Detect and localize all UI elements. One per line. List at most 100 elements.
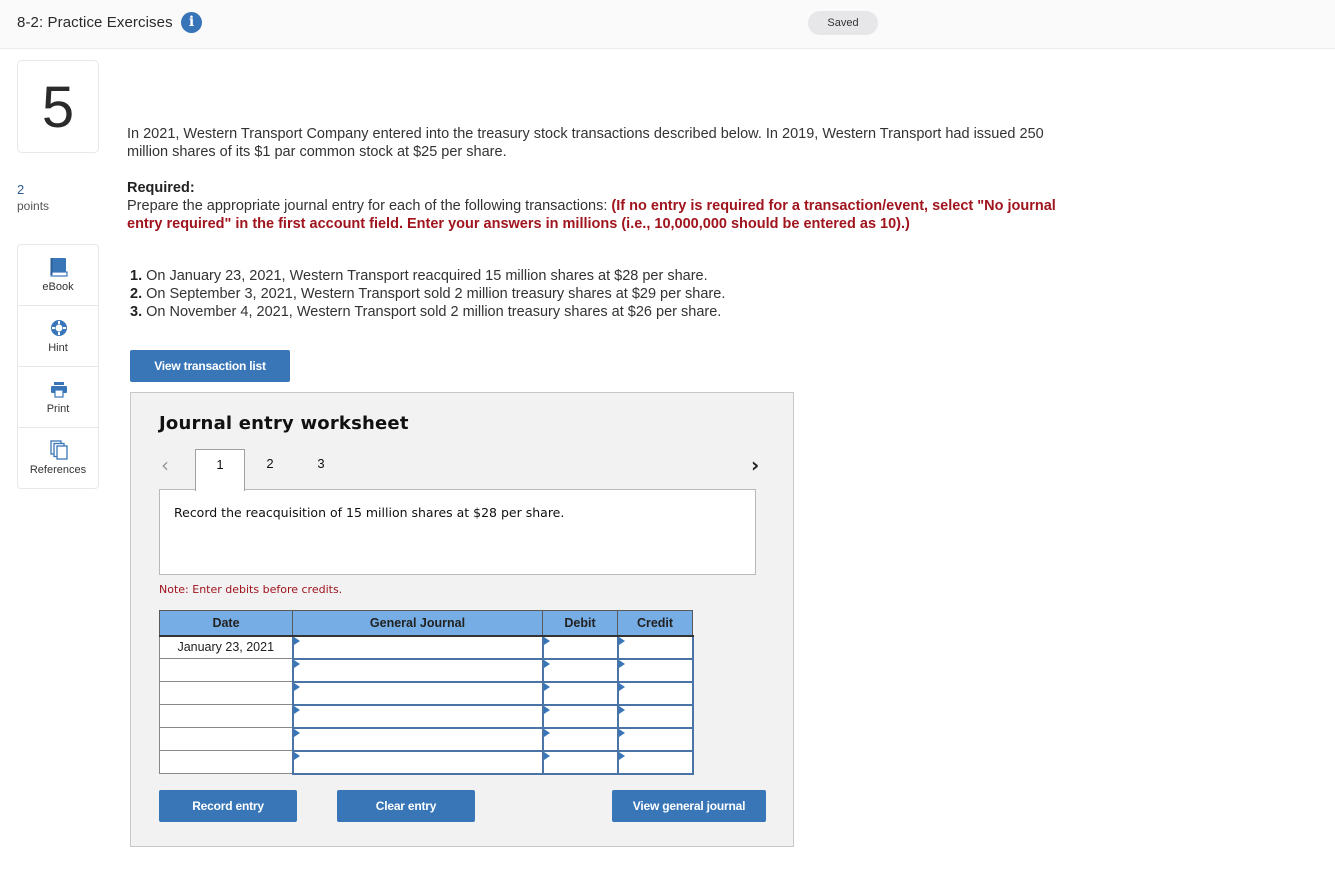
account-select[interactable] bbox=[293, 659, 542, 681]
journal-entry-table: Date General Journal Debit Credit Januar… bbox=[159, 610, 694, 775]
dropdown-marker-icon bbox=[543, 636, 550, 645]
required-heading: Required: bbox=[127, 180, 195, 196]
hint-button[interactable]: Hint bbox=[18, 306, 98, 367]
credit-input-cell bbox=[616, 657, 694, 683]
transaction-text: On January 23, 2021, Western Transport r… bbox=[146, 268, 708, 284]
references-label: References bbox=[29, 464, 87, 476]
top-bar: 8-2: Practice Exercises i Saved bbox=[0, 0, 1335, 49]
dropdown-marker-icon bbox=[293, 728, 300, 737]
table-row: January 23, 2021 bbox=[159, 634, 694, 660]
credit-input-cell bbox=[616, 749, 694, 775]
debit-input[interactable] bbox=[543, 682, 617, 704]
dropdown-marker-icon bbox=[618, 682, 625, 691]
account-select-cell bbox=[291, 703, 544, 729]
column-header-date: Date bbox=[159, 610, 293, 637]
table-header-row: Date General Journal Debit Credit bbox=[159, 610, 693, 637]
debit-input[interactable] bbox=[543, 659, 617, 681]
debit-input[interactable] bbox=[543, 751, 617, 773]
required-section: Required: Prepare the appropriate journa… bbox=[127, 179, 1087, 233]
tab-1[interactable]: 1 bbox=[195, 449, 245, 491]
account-select-cell bbox=[291, 657, 544, 683]
transaction-prompt-box: Record the reacquisition of 15 million s… bbox=[159, 489, 756, 575]
dropdown-marker-icon bbox=[293, 659, 300, 668]
debit-input-cell bbox=[541, 703, 619, 729]
transaction-number: 2. bbox=[130, 286, 143, 302]
dropdown-marker-icon bbox=[618, 751, 625, 760]
record-entry-button[interactable]: Record entry bbox=[159, 790, 297, 822]
credit-input[interactable] bbox=[618, 659, 692, 681]
transaction-number: 1. bbox=[130, 268, 143, 284]
table-row bbox=[159, 726, 694, 752]
dropdown-marker-icon bbox=[543, 751, 550, 760]
tab-2[interactable]: 2 bbox=[245, 449, 295, 491]
debit-input-cell bbox=[541, 726, 619, 752]
dropdown-marker-icon bbox=[618, 705, 625, 714]
account-select[interactable] bbox=[293, 751, 542, 773]
hint-label: Hint bbox=[48, 342, 68, 354]
account-select-cell bbox=[291, 726, 544, 752]
transaction-number: 3. bbox=[130, 304, 143, 320]
documents-icon bbox=[50, 440, 68, 460]
dropdown-marker-icon bbox=[543, 705, 550, 714]
chevron-left-icon[interactable]: ‹ bbox=[161, 453, 169, 477]
dropdown-marker-icon bbox=[293, 705, 300, 714]
date-cell bbox=[159, 750, 293, 774]
points-label: points bbox=[17, 199, 50, 213]
info-icon[interactable]: i bbox=[181, 12, 202, 33]
required-instructions: Prepare the appropriate journal entry fo… bbox=[127, 198, 612, 214]
account-select[interactable] bbox=[293, 682, 542, 704]
credit-input[interactable] bbox=[618, 728, 692, 750]
dropdown-marker-icon bbox=[293, 682, 300, 691]
ebook-label: eBook bbox=[42, 281, 74, 293]
date-cell bbox=[159, 704, 293, 728]
credit-input[interactable] bbox=[618, 705, 692, 727]
dropdown-marker-icon bbox=[618, 659, 625, 668]
debit-input[interactable] bbox=[543, 705, 617, 727]
references-button[interactable]: References bbox=[18, 428, 98, 489]
tab-3[interactable]: 3 bbox=[296, 449, 346, 491]
worksheet-title: Journal entry worksheet bbox=[159, 413, 409, 434]
book-icon bbox=[50, 258, 68, 277]
dropdown-marker-icon bbox=[618, 728, 625, 737]
date-cell bbox=[159, 727, 293, 751]
clear-entry-button[interactable]: Clear entry bbox=[337, 790, 475, 822]
account-select[interactable] bbox=[293, 636, 542, 658]
credit-input-cell bbox=[616, 726, 694, 752]
transaction-item: 2. On September 3, 2021, Western Transpo… bbox=[130, 285, 725, 303]
account-select-cell bbox=[291, 634, 544, 660]
debit-input[interactable] bbox=[543, 636, 617, 658]
saved-status-badge: Saved bbox=[808, 11, 878, 35]
transaction-prompt: Record the reacquisition of 15 million s… bbox=[174, 505, 565, 520]
print-label: Print bbox=[46, 403, 70, 415]
transaction-item: 1. On January 23, 2021, Western Transpor… bbox=[130, 267, 725, 285]
column-header-credit: Credit bbox=[617, 610, 693, 637]
assignment-title: 8-2: Practice Exercises bbox=[17, 14, 173, 31]
dropdown-marker-icon bbox=[543, 682, 550, 691]
account-select[interactable] bbox=[293, 705, 542, 727]
printer-icon bbox=[51, 382, 67, 398]
view-transaction-list-button[interactable]: View transaction list bbox=[130, 350, 290, 382]
lifebuoy-icon bbox=[51, 320, 67, 336]
column-header-general-journal: General Journal bbox=[292, 610, 543, 637]
points-value: 2 bbox=[17, 182, 25, 197]
credit-input[interactable] bbox=[618, 636, 692, 658]
dropdown-marker-icon bbox=[618, 636, 625, 645]
credit-input[interactable] bbox=[618, 751, 692, 773]
debit-input-cell bbox=[541, 657, 619, 683]
table-row bbox=[159, 703, 694, 729]
problem-intro: In 2021, Western Transport Company enter… bbox=[127, 126, 1044, 160]
chevron-right-icon[interactable]: › bbox=[751, 453, 759, 477]
table-row bbox=[159, 749, 694, 775]
dropdown-marker-icon bbox=[543, 659, 550, 668]
account-select[interactable] bbox=[293, 728, 542, 750]
ebook-button[interactable]: eBook bbox=[18, 245, 98, 306]
print-button[interactable]: Print bbox=[18, 367, 98, 428]
account-select-cell bbox=[291, 680, 544, 706]
debit-input-cell bbox=[541, 634, 619, 660]
column-header-debit: Debit bbox=[542, 610, 618, 637]
debit-credit-note: Note: Enter debits before credits. bbox=[159, 583, 343, 596]
view-general-journal-button[interactable]: View general journal bbox=[612, 790, 766, 822]
credit-input[interactable] bbox=[618, 682, 692, 704]
question-number: 5 bbox=[17, 60, 99, 153]
debit-input[interactable] bbox=[543, 728, 617, 750]
